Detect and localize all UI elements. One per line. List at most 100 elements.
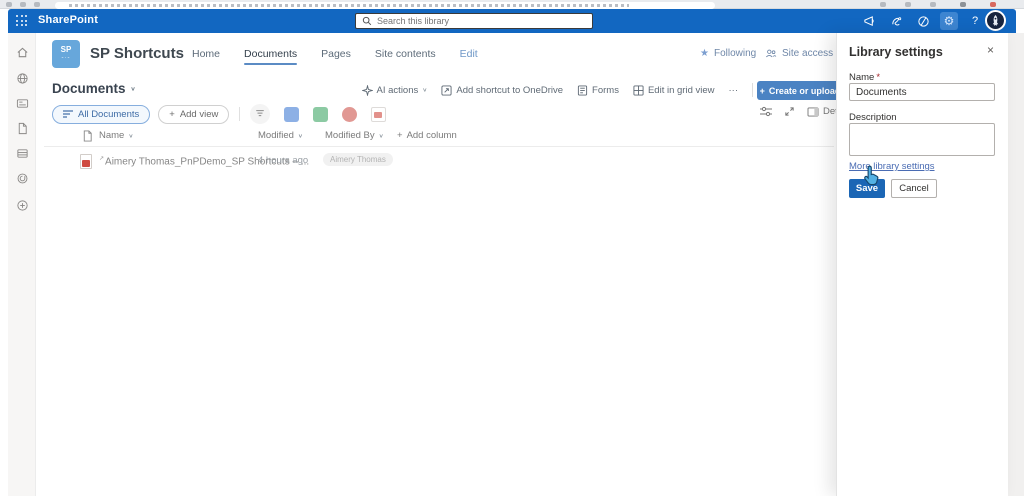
create-plus-icon[interactable] <box>15 198 29 212</box>
column-name[interactable]: Name ∨ <box>99 130 133 141</box>
search-box[interactable] <box>355 13 593 29</box>
site-nav: Home Documents Pages Site contents Edit <box>192 48 478 65</box>
announcement-icon[interactable] <box>860 12 878 30</box>
help-icon[interactable]: ? <box>966 12 984 30</box>
globe-icon[interactable] <box>15 71 29 85</box>
search-input[interactable] <box>377 16 586 26</box>
expand-icon <box>785 107 794 116</box>
command-bar-actions: AI actions ∨ Add shortcut to OneDrive Fo… <box>361 83 753 97</box>
browser-bookmark-icon[interactable] <box>905 2 911 7</box>
column-modified-by[interactable]: Modified By ∨ <box>325 130 384 141</box>
chevron-down-icon: ∨ <box>128 133 134 139</box>
divider <box>752 83 753 97</box>
table-header: Name ∨ Modified ∨ Modified By ∨ + Add co… <box>0 130 836 144</box>
add-column-button[interactable]: + Add column <box>397 130 457 141</box>
sharepoint-app: SharePoint ⚙ ? <box>0 0 1024 496</box>
ellipsis-icon: ··· <box>728 84 739 96</box>
following-button[interactable]: ★ Following <box>700 48 756 59</box>
divider <box>44 146 834 147</box>
view-lines-icon <box>63 110 73 118</box>
nav-site-contents[interactable]: Site contents <box>375 48 436 65</box>
library-settings-panel: Library settings × Name* Description Mor… <box>836 33 1008 496</box>
page-gutter <box>1008 33 1024 496</box>
page-icon <box>83 130 92 142</box>
chevron-down-icon: ∨ <box>422 87 428 94</box>
site-logo[interactable]: SP -·- <box>52 40 80 68</box>
search-icon <box>362 16 372 26</box>
pen-icon[interactable] <box>887 12 905 30</box>
app-launcher-icon[interactable] <box>16 15 28 27</box>
current-view-pill[interactable]: All Documents <box>52 104 151 124</box>
rocket-icon <box>992 15 999 26</box>
browser-url-text <box>69 4 629 7</box>
settings-gear-icon[interactable]: ⚙ <box>940 12 958 30</box>
file-type-column-icon[interactable] <box>82 130 93 142</box>
star-icon: ★ <box>700 48 709 59</box>
people-icon <box>765 49 777 58</box>
browser-profile-icon[interactable] <box>960 2 966 7</box>
expand-button[interactable] <box>784 106 795 117</box>
pdf-file-icon <box>80 154 92 169</box>
table-row[interactable]: ↗Aimery Thomas_PnPDemo_SP Shortcuts – ..… <box>0 151 836 171</box>
required-mark: * <box>876 72 881 83</box>
forms-icon <box>577 84 588 96</box>
forms-button[interactable]: Forms <box>577 85 619 96</box>
plus-icon: + <box>759 85 765 96</box>
nav-home[interactable]: Home <box>192 48 220 65</box>
chevron-down-icon: ∨ <box>378 133 384 139</box>
nav-pages[interactable]: Pages <box>321 48 351 65</box>
library-title[interactable]: Documents ∨ <box>52 81 136 96</box>
powerpoint-app-icon[interactable] <box>342 106 358 122</box>
news-icon[interactable] <box>15 96 29 110</box>
site-access-button[interactable]: Site access <box>765 48 833 59</box>
chevron-down-icon: ∨ <box>297 133 304 139</box>
save-button[interactable]: Save <box>849 179 885 198</box>
add-view-button[interactable]: + Add view <box>158 104 230 124</box>
edit-grid-view-button[interactable]: Edit in grid view <box>633 85 715 96</box>
funnel-icon <box>256 110 265 117</box>
description-field[interactable] <box>849 123 995 156</box>
browser-refresh-icon[interactable] <box>34 2 40 7</box>
tune-button[interactable] <box>760 106 772 117</box>
browser-url-bar[interactable] <box>55 2 715 9</box>
add-shortcut-onedrive-button[interactable]: Add shortcut to OneDrive <box>441 85 563 96</box>
name-field[interactable] <box>849 83 995 101</box>
shortcut-icon <box>441 84 452 96</box>
close-icon[interactable]: × <box>987 43 994 57</box>
browser-extension-icon[interactable] <box>880 2 886 7</box>
grid-icon <box>633 84 644 96</box>
app-sidebar <box>8 33 36 496</box>
browser-chrome <box>0 0 1024 9</box>
browser-account-icon[interactable] <box>990 2 996 7</box>
plus-icon: + <box>169 108 175 120</box>
loop-icon[interactable] <box>15 171 29 185</box>
browser-back-icon[interactable] <box>6 2 12 7</box>
home-icon[interactable] <box>15 45 29 59</box>
user-avatar[interactable] <box>985 10 1006 31</box>
cancel-button[interactable]: Cancel <box>891 179 937 198</box>
modified-by-pill[interactable]: Aimery Thomas <box>323 153 393 166</box>
divider <box>239 107 241 121</box>
nav-documents[interactable]: Documents <box>244 48 298 65</box>
browser-menu-icon[interactable] <box>930 2 936 7</box>
modified-value: 4 hours ago <box>258 155 309 166</box>
views-bar: All Documents + Add view <box>52 104 387 124</box>
word-app-icon[interactable] <box>284 106 300 122</box>
column-modified[interactable]: Modified ∨ <box>258 130 303 141</box>
suite-bar: SharePoint ⚙ ? <box>8 9 1016 33</box>
excel-app-icon[interactable] <box>313 106 329 122</box>
browser-forward-icon[interactable] <box>20 2 26 7</box>
ai-actions-button[interactable]: AI actions ∨ <box>361 84 428 96</box>
create-or-upload-button[interactable]: + Create or upload <box>757 81 843 100</box>
filter-button[interactable] <box>250 104 271 124</box>
site-title: SP Shortcuts <box>90 45 184 62</box>
overflow-menu-button[interactable]: ··· <box>729 85 739 96</box>
more-library-settings-link[interactable]: More library settings <box>849 161 935 172</box>
circle-slash-icon[interactable] <box>914 12 932 30</box>
nav-edit[interactable]: Edit <box>460 48 478 65</box>
panel-title: Library settings <box>849 45 943 59</box>
pdf-app-icon[interactable] <box>371 106 387 122</box>
app-name[interactable]: SharePoint <box>38 14 98 26</box>
chevron-down-icon: ∨ <box>130 86 136 92</box>
tune-icon <box>760 106 772 117</box>
